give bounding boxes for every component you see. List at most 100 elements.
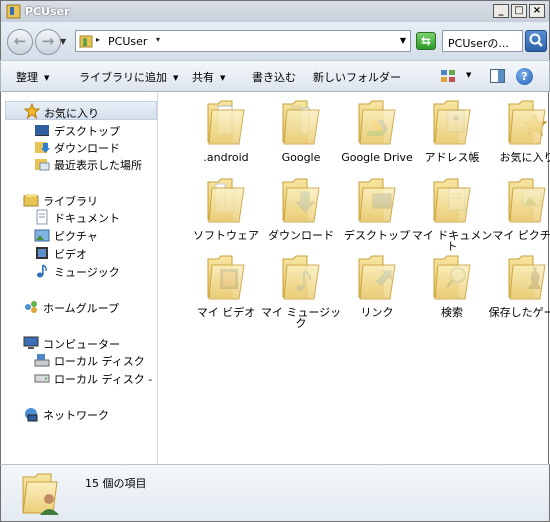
documents-icon (36, 209, 48, 225)
add-to-library-menu[interactable]: ライブラリに追加 ▼ (79, 69, 178, 85)
my-music-folder[interactable]: マイ ミュージック (261, 255, 341, 333)
folder-icon (358, 100, 396, 145)
libraries-icon (23, 194, 39, 207)
desktop-icon (35, 125, 49, 136)
folder-label: マイ ビデオ (196, 306, 256, 319)
back-button[interactable]: ← (7, 29, 33, 55)
favorites-folder[interactable]: お気に入り (490, 100, 550, 178)
nav-pictures[interactable]: ピクチャ (34, 227, 154, 243)
forward-button[interactable]: → (35, 29, 61, 55)
nav-local-disk-c[interactable]: ローカル ディスク (34, 352, 157, 368)
search-input[interactable]: PCUserの... (442, 30, 523, 52)
organize-menu[interactable]: 整理 ▼ (16, 69, 49, 85)
folder-label: Google Drive (341, 151, 413, 164)
android-folder[interactable]: .android (189, 100, 263, 178)
help-icon[interactable]: ? (516, 68, 533, 85)
saved-games-folder[interactable]: 保存したゲーム (489, 255, 550, 333)
folder-icon (207, 255, 245, 300)
hard-disk-icon (34, 374, 50, 383)
music-icon (37, 264, 47, 278)
nav-network[interactable]: ネットワーク (23, 406, 153, 422)
address-dropdown-icon[interactable]: ▼ (400, 36, 406, 45)
nav-recent-places[interactable]: 最近表示した場所 (34, 156, 157, 172)
folder-icon (508, 255, 546, 300)
refresh-button[interactable]: ⇆ (416, 32, 436, 50)
folder-icon (433, 100, 471, 145)
desktop-folder[interactable]: デスクトップ (340, 178, 414, 256)
maximize-button[interactable]: □ (511, 4, 527, 18)
new-folder-button[interactable]: 新しいフォルダー (313, 69, 401, 85)
folder-icon (508, 178, 546, 223)
folder-icon (6, 4, 21, 19)
pictures-icon (34, 229, 50, 242)
folder-label: 保存したゲーム (488, 306, 550, 319)
my-documents-folder[interactable]: マイ ドキュメント (412, 178, 492, 256)
folder-label: お気に入り (499, 151, 550, 164)
folder-label: アドレス帳 (424, 151, 480, 164)
command-bar: 整理 ▼ ライブラリに追加 ▼ 共有 ▼ 書き込む 新しいフォルダー ▼ ? (0, 60, 550, 92)
folder-label: デスクトップ (344, 229, 410, 242)
search-button[interactable] (525, 30, 547, 52)
preview-pane-icon[interactable] (490, 69, 505, 83)
window-title: PCUser (25, 5, 70, 18)
recent-places-icon (35, 159, 50, 171)
nav-desktop[interactable]: デスクトップ (34, 122, 154, 138)
navigation-pane: お気に入り デスクトップ ダウンロード 最近表示した場所 ライブラリ ドキュメン… (0, 92, 158, 464)
burn-button[interactable]: 書き込む (252, 69, 296, 85)
folder-label: .android (203, 151, 249, 164)
nav-documents[interactable]: ドキュメント (34, 209, 154, 225)
nav-libraries[interactable]: ライブラリ (23, 192, 153, 208)
searches-folder[interactable]: 検索 (415, 255, 489, 333)
my-pictures-folder[interactable]: マイ ピクチャ (490, 178, 550, 256)
contacts-folder[interactable]: アドレス帳 (415, 100, 489, 178)
nav-local-disk-recovery[interactable]: ローカル ディスク - レ (34, 370, 157, 386)
folder-label: マイ ミュージック (260, 306, 342, 330)
google-folder[interactable]: Google (264, 100, 338, 178)
downloads-icon (35, 142, 50, 153)
nav-downloads[interactable]: ダウンロード (34, 139, 154, 155)
network-icon (25, 408, 38, 422)
folder-icon (207, 178, 245, 223)
google-drive-folder[interactable]: Google Drive (340, 100, 414, 178)
view-options-icon[interactable] (440, 69, 456, 84)
nav-homegroup[interactable]: ホームグループ (23, 299, 153, 315)
downloads-folder[interactable]: ダウンロード (264, 178, 338, 256)
folder-icon (433, 178, 471, 223)
nav-computer[interactable]: コンピューター (23, 335, 153, 351)
folder-icon (282, 178, 320, 223)
software-folder[interactable]: ソフトウェア (189, 178, 263, 256)
recent-pages-dropdown[interactable]: ▼ (60, 37, 66, 46)
folder-icon (282, 100, 320, 145)
computer-icon (23, 336, 39, 349)
folder-label: マイ ドキュメント (411, 229, 493, 253)
file-list: .android Google Google Drive アドレス帳 お気に入りソフトウ… (159, 92, 550, 464)
folder-icon (358, 255, 396, 300)
address-box[interactable]: ▸ PCUser ▾ ▼ (75, 30, 411, 52)
folder-label: マイ ピクチャ (492, 229, 550, 242)
details-pane: 15 個の項目 (0, 464, 550, 522)
view-dropdown-icon[interactable]: ▼ (466, 71, 471, 79)
close-button[interactable]: × (529, 4, 545, 18)
folder-icon (282, 255, 320, 300)
nav-favorites[interactable]: お気に入り (5, 101, 157, 120)
folder-icon (358, 178, 396, 223)
folder-label: ダウンロード (268, 229, 334, 242)
nav-music[interactable]: ミュージック (34, 263, 154, 279)
breadcrumb-separator-icon[interactable]: ▸ (96, 35, 100, 44)
minimize-button[interactable]: _ (493, 4, 509, 18)
my-videos-folder[interactable]: マイ ビデオ (189, 255, 263, 333)
share-menu[interactable]: 共有 ▼ (192, 69, 225, 85)
item-count: 15 個の項目 (85, 477, 147, 490)
breadcrumb-pcuser[interactable]: PCUser (108, 35, 147, 48)
search-placeholder: PCUserの... (448, 37, 509, 50)
local-disk-icon (34, 354, 50, 367)
search-icon (529, 33, 543, 47)
address-bar-row: ← → ▼ ▸ PCUser ▾ ▼ ⇆ PCUserの... (0, 22, 550, 60)
folder-label: ソフトウェア (193, 229, 259, 242)
breadcrumb-chevron-icon[interactable]: ▾ (156, 35, 160, 44)
folder-label: 検索 (441, 306, 463, 319)
nav-videos[interactable]: ビデオ (34, 245, 154, 261)
links-folder[interactable]: リンク (340, 255, 414, 333)
homegroup-icon (25, 301, 37, 313)
folder-icon (508, 100, 547, 145)
